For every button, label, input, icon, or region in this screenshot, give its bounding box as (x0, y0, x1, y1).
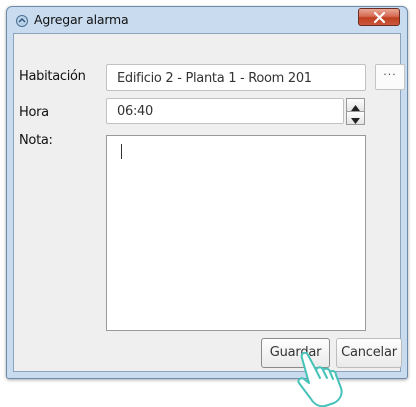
room-field[interactable]: Edificio 2 - Planta 1 - Room 201 (106, 64, 366, 91)
spin-up-button[interactable] (346, 98, 365, 112)
note-label: Nota: (19, 133, 53, 148)
close-icon (374, 12, 385, 23)
room-label: Habitación (19, 69, 86, 84)
room-value: Edificio 2 - Planta 1 - Room 201 (117, 71, 312, 86)
chevron-down-icon (351, 118, 360, 124)
dialog-window: Agregar alarma Habitación Edificio 2 - P… (6, 6, 408, 379)
title-bar[interactable]: Agregar alarma (7, 7, 407, 33)
spin-down-button[interactable] (346, 111, 365, 125)
browse-room-button[interactable]: ··· (375, 64, 405, 90)
note-textarea[interactable] (106, 135, 366, 331)
close-button[interactable] (358, 8, 400, 26)
dialog-content: Habitación Edificio 2 - Planta 1 - Room … (13, 33, 405, 372)
alarm-app-icon (16, 15, 28, 27)
window-title: Agregar alarma (34, 12, 129, 27)
time-value: 06:40 (117, 104, 153, 119)
pointing-hand-icon (297, 351, 343, 407)
time-label: Hora (19, 105, 49, 120)
text-caret (121, 144, 122, 159)
time-spinner (346, 98, 366, 128)
time-field[interactable]: 06:40 (106, 98, 344, 124)
